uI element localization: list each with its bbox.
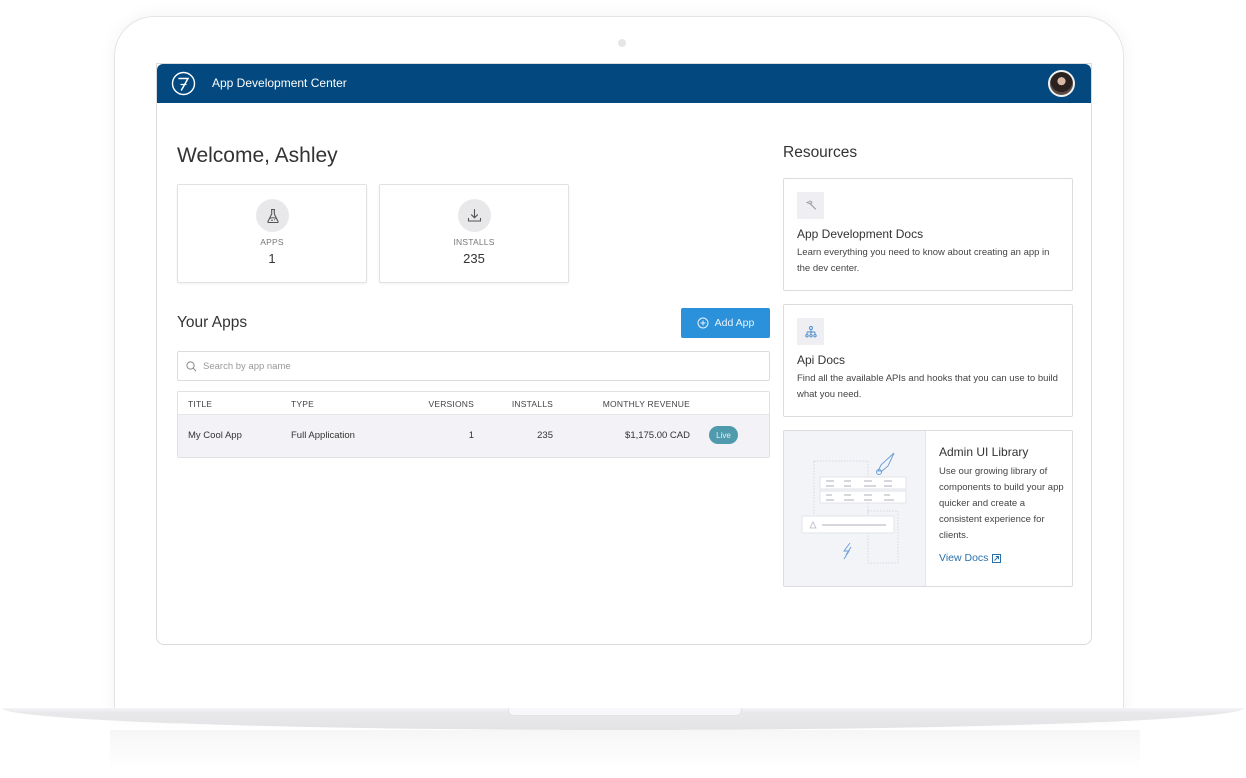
plus-circle-icon [697, 317, 709, 329]
add-app-label: Add App [714, 317, 755, 329]
app-screen: App Development Center Welcome, Ashley A… [156, 63, 1092, 645]
column-header-type[interactable]: TYPE [291, 399, 314, 409]
api-tree-icon [797, 318, 824, 345]
view-docs-link[interactable]: View Docs [939, 552, 1002, 564]
flask-icon [256, 199, 289, 232]
column-header-versions[interactable]: VERSIONS [428, 399, 474, 409]
search-icon [186, 360, 197, 371]
resource-card-app-docs[interactable]: App Development Docs Learn everything yo… [783, 178, 1073, 291]
resource-card-ui-library: Admin UI Library Use our growing library… [783, 430, 1073, 587]
resources-title: Resources [783, 144, 858, 161]
ui-library-description: Use our growing library of components to… [939, 466, 1064, 541]
resource-card-api-docs[interactable]: Api Docs Find all the available APIs and… [783, 304, 1073, 417]
top-bar: App Development Center [157, 64, 1091, 103]
your-apps-title: Your Apps [177, 314, 248, 331]
stat-value: 235 [463, 251, 485, 266]
column-header-title[interactable]: TITLE [188, 399, 212, 409]
search-input[interactable] [203, 360, 743, 372]
seven-circle-logo-icon[interactable] [171, 71, 196, 96]
column-header-installs[interactable]: INSTALLS [512, 399, 553, 409]
hammer-icon [797, 192, 824, 219]
column-header-revenue[interactable]: MONTHLY REVENUE [603, 399, 690, 409]
status-badge: Live [709, 426, 738, 444]
cell-installs: 235 [537, 430, 553, 441]
cell-type: Full Application [291, 430, 355, 441]
resource-title: App Development Docs [797, 227, 924, 241]
stat-value: 1 [268, 251, 276, 266]
search-box[interactable] [177, 351, 770, 381]
view-docs-label: View Docs [939, 552, 989, 564]
add-app-button[interactable]: Add App [681, 308, 770, 338]
ui-library-title: Admin UI Library [939, 445, 1029, 459]
laptop-shadow [110, 730, 1140, 770]
cell-title[interactable]: My Cool App [188, 430, 242, 441]
cell-revenue: $1,175.00 CAD [625, 430, 690, 441]
resource-description: Learn everything you need to know about … [797, 247, 1050, 274]
table-header: TITLE TYPE VERSIONS INSTALLS MONTHLY REV… [178, 392, 769, 415]
stat-label: INSTALLS [453, 237, 495, 247]
laptop-notch [508, 708, 742, 716]
ui-library-illustration [784, 431, 926, 586]
table-row[interactable]: My Cool App Full Application 1 235 $1,17… [178, 415, 769, 457]
stat-card-apps: APPS 1 [177, 184, 367, 283]
download-icon [458, 199, 491, 232]
apps-table: TITLE TYPE VERSIONS INSTALLS MONTHLY REV… [177, 391, 770, 458]
cell-versions: 1 [468, 430, 474, 441]
user-avatar[interactable] [1048, 70, 1075, 97]
stat-card-installs: INSTALLS 235 [379, 184, 569, 283]
resource-title: Api Docs [797, 353, 846, 367]
app-title: App Development Center [212, 76, 347, 90]
resource-description: Find all the available APIs and hooks th… [797, 373, 1058, 400]
laptop-mockup: App Development Center Welcome, Ashley A… [0, 0, 1246, 778]
laptop-camera [618, 39, 626, 47]
external-link-icon [992, 553, 1002, 563]
page-title: Welcome, Ashley [177, 144, 338, 167]
stat-label: APPS [260, 237, 284, 247]
